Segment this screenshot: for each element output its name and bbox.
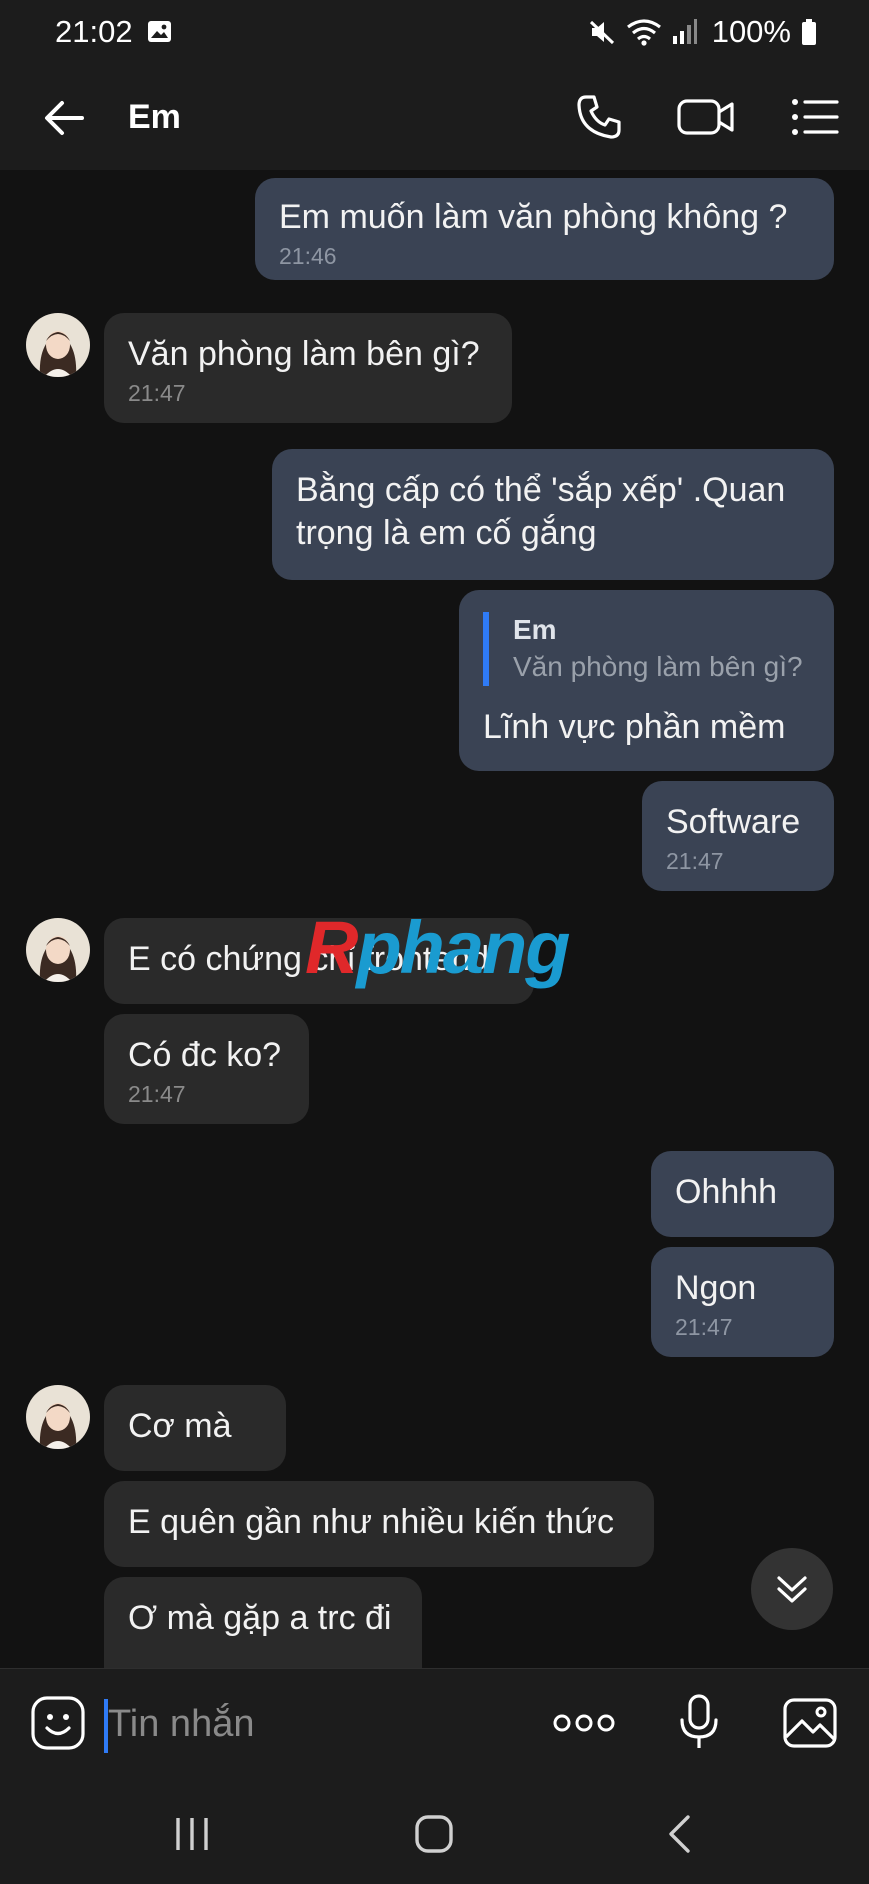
system-navigation-bar: [0, 1778, 869, 1884]
microphone-icon[interactable]: [678, 1693, 720, 1751]
gallery-icon[interactable]: [782, 1695, 838, 1751]
outgoing-reply-message[interactable]: Em Văn phòng làm bên gì? Lĩnh vực phần m…: [459, 590, 834, 771]
outgoing-message[interactable]: Bằng cấp có thể 'sắp xếp' .Quan trọng là…: [272, 449, 834, 580]
incoming-message[interactable]: E quên gần như nhiều kiến thức: [104, 1481, 654, 1567]
message-text: Lĩnh vực phần mềm: [483, 708, 786, 746]
message-text: Ohhhh: [675, 1173, 778, 1211]
watermark-part-2: phang: [356, 906, 570, 989]
quoted-text: Văn phòng làm bên gì?: [513, 651, 803, 682]
outgoing-message[interactable]: Software 21:47: [642, 781, 834, 891]
message-time: 21:47: [675, 1314, 733, 1340]
outgoing-message[interactable]: Ohhhh: [651, 1151, 834, 1237]
quoted-sender: Em: [513, 614, 557, 645]
contact-avatar[interactable]: [26, 1385, 90, 1449]
avatar-image: [26, 1385, 90, 1449]
message-text: Ơ mà gặp a trc đi: [128, 1599, 392, 1637]
avatar-image: [26, 313, 90, 377]
message-time: 21:47: [666, 848, 724, 874]
more-options-icon[interactable]: [552, 1709, 616, 1737]
home-icon[interactable]: [414, 1814, 454, 1854]
double-chevron-down-icon: [777, 1576, 807, 1603]
emoji-icon[interactable]: [30, 1695, 86, 1751]
message-composer: Tin nhắn: [0, 1668, 869, 1778]
contact-avatar[interactable]: [26, 313, 90, 377]
message-text: Bằng cấp có thể 'sắp xếp' .Quan trọng là…: [296, 471, 786, 552]
outgoing-message[interactable]: Em muốn làm văn phòng không ? 21:46: [255, 178, 834, 280]
incoming-message[interactable]: Có đc ko? 21:47: [104, 1014, 309, 1124]
message-text: Có đc ko?: [128, 1036, 282, 1074]
message-text: Software: [666, 803, 801, 841]
back-arrow-icon[interactable]: [40, 94, 88, 142]
incoming-message[interactable]: Cơ mà: [104, 1385, 286, 1471]
avatar-image: [26, 918, 90, 982]
message-text: Văn phòng làm bên gì?: [128, 335, 480, 373]
watermark-logo: Rphang: [305, 905, 570, 990]
message-text: E quên gần như nhiều kiến thức: [128, 1503, 614, 1541]
chat-header: Em: [0, 62, 869, 170]
incoming-message[interactable]: Ơ mà gặp a trc đi: [104, 1577, 422, 1668]
phone-call-icon[interactable]: [574, 92, 624, 142]
scroll-to-bottom-button[interactable]: [751, 1548, 833, 1630]
message-text: Em muốn làm văn phòng không ?: [279, 198, 788, 236]
contact-avatar[interactable]: [26, 918, 90, 982]
message-time: 21:47: [128, 380, 186, 406]
incoming-message[interactable]: Văn phòng làm bên gì? 21:47: [104, 313, 512, 423]
message-text: Cơ mà: [128, 1407, 232, 1445]
watermark-part-1: R: [305, 906, 358, 989]
message-input[interactable]: Tin nhắn: [108, 1703, 254, 1746]
status-time: 21:02: [55, 14, 133, 49]
signal-icon: [672, 19, 697, 44]
contact-name[interactable]: Em: [128, 98, 181, 137]
wifi-icon: [626, 19, 661, 46]
status-icons: 100%: [588, 14, 817, 50]
status-bar: 21:02 100%: [0, 0, 869, 62]
nav-back-icon[interactable]: [664, 1814, 694, 1854]
video-call-icon[interactable]: [676, 92, 736, 142]
message-time: 21:47: [128, 1081, 186, 1107]
options-list-icon[interactable]: [790, 92, 840, 142]
mute-icon: [589, 20, 614, 45]
message-time: 21:46: [279, 243, 337, 269]
image-notification-icon: [148, 21, 171, 42]
quoted-message[interactable]: Em Văn phòng làm bên gì?: [483, 612, 810, 686]
outgoing-message[interactable]: Ngon 21:47: [651, 1247, 834, 1357]
message-text: Ngon: [675, 1269, 757, 1307]
battery-icon: [802, 19, 816, 45]
battery-percent: 100%: [711, 14, 791, 49]
recent-apps-icon[interactable]: [172, 1816, 212, 1852]
